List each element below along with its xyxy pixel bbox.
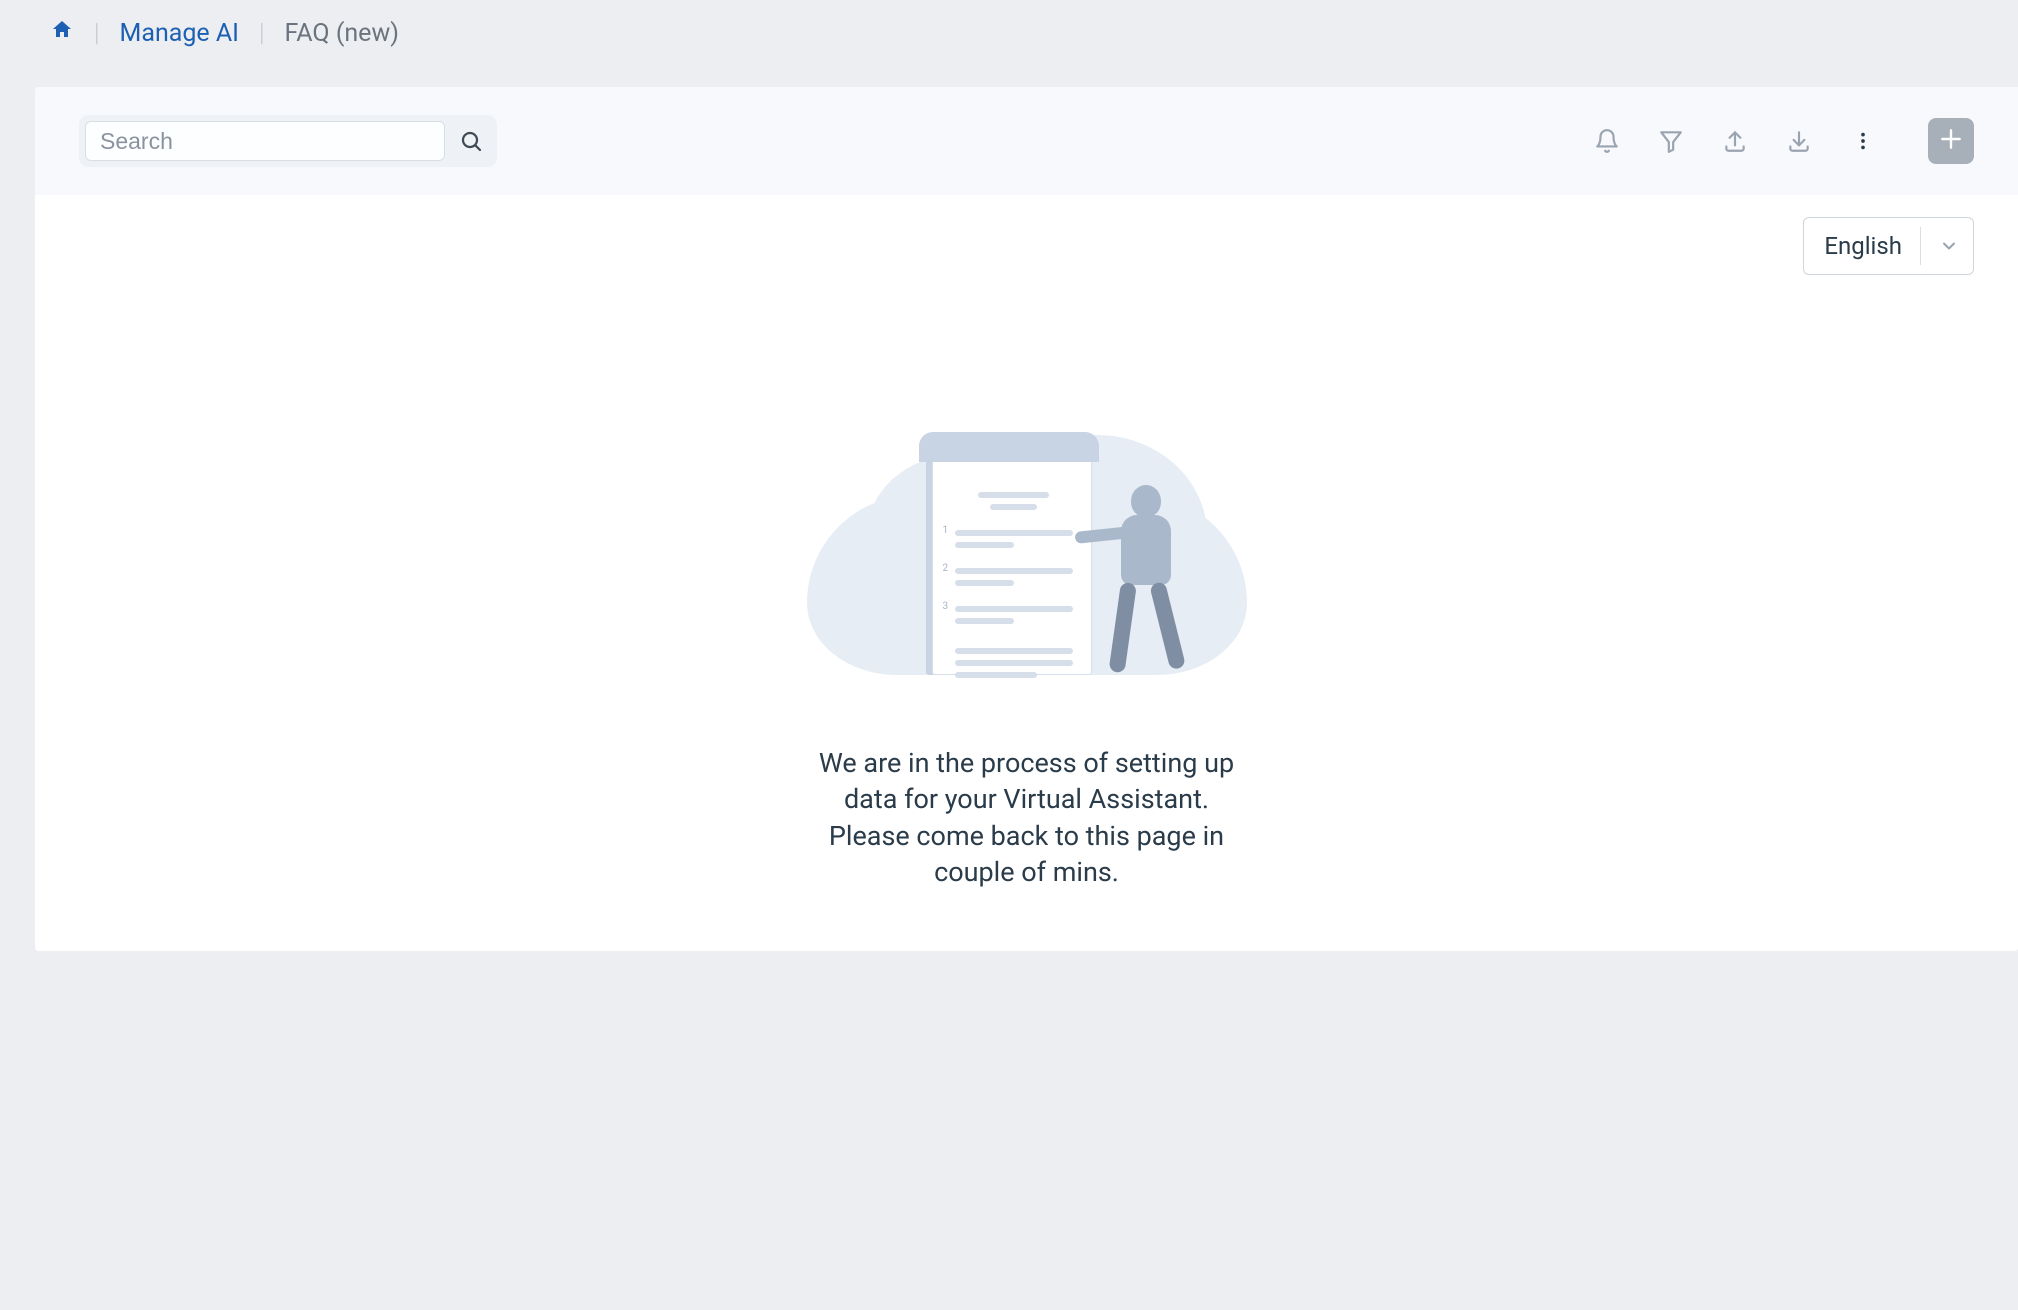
breadcrumb-manage-ai[interactable]: Manage AI: [120, 19, 239, 48]
plus-icon: [1938, 126, 1964, 156]
breadcrumb-home[interactable]: [50, 18, 74, 49]
empty-state-message: We are in the process of setting up data…: [819, 745, 1234, 891]
main-panel: English: [35, 87, 2018, 951]
divider: [1920, 227, 1921, 265]
more-vertical-icon[interactable]: [1846, 124, 1880, 158]
home-icon: [50, 18, 74, 49]
notifications-icon[interactable]: [1590, 124, 1624, 158]
download-icon[interactable]: [1782, 124, 1816, 158]
search-icon[interactable]: [455, 125, 487, 157]
language-select[interactable]: English: [1803, 217, 1974, 275]
toolbar: [35, 87, 2018, 195]
upload-icon[interactable]: [1718, 124, 1752, 158]
page-root: | Manage AI | FAQ (new): [0, 0, 2018, 1310]
breadcrumb: | Manage AI | FAQ (new): [10, 0, 2018, 67]
search-input[interactable]: [85, 121, 445, 161]
breadcrumb-separator: |: [259, 19, 265, 48]
add-button[interactable]: [1928, 118, 1974, 164]
breadcrumb-separator: |: [94, 19, 100, 48]
filter-icon[interactable]: [1654, 124, 1688, 158]
empty-state-illustration: [797, 415, 1257, 675]
breadcrumb-current: FAQ (new): [285, 19, 399, 48]
language-row: English: [35, 195, 2018, 275]
empty-state: We are in the process of setting up data…: [35, 275, 2018, 951]
chevron-down-icon: [1939, 236, 1959, 256]
search-container: [79, 115, 497, 167]
language-selected-label: English: [1824, 232, 1902, 260]
toolbar-actions: [1590, 118, 1974, 164]
